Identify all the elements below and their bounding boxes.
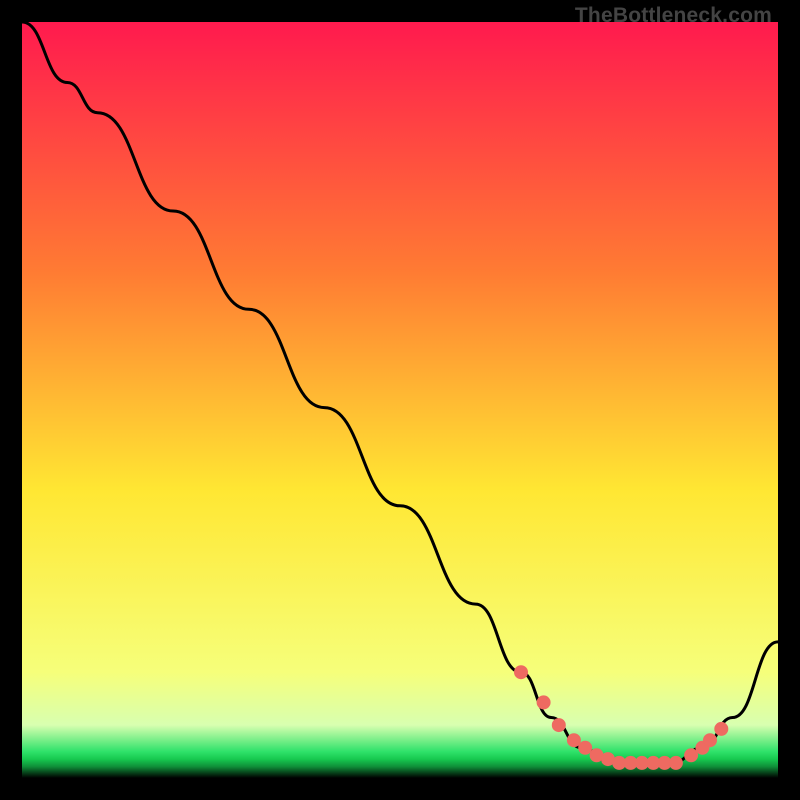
plot-area: [22, 22, 778, 778]
chart-svg: [22, 22, 778, 778]
curve-marker: [567, 734, 580, 747]
curve-marker: [537, 696, 550, 709]
curve-marker: [552, 719, 565, 732]
curve-marker: [579, 741, 592, 754]
curve-marker: [515, 666, 528, 679]
gradient-background: [22, 22, 778, 778]
attribution-text: TheBottleneck.com: [575, 4, 772, 28]
curve-marker: [704, 734, 717, 747]
curve-marker: [685, 749, 698, 762]
curve-marker: [669, 756, 682, 769]
curve-marker: [715, 722, 728, 735]
chart-frame: TheBottleneck.com: [0, 0, 800, 800]
